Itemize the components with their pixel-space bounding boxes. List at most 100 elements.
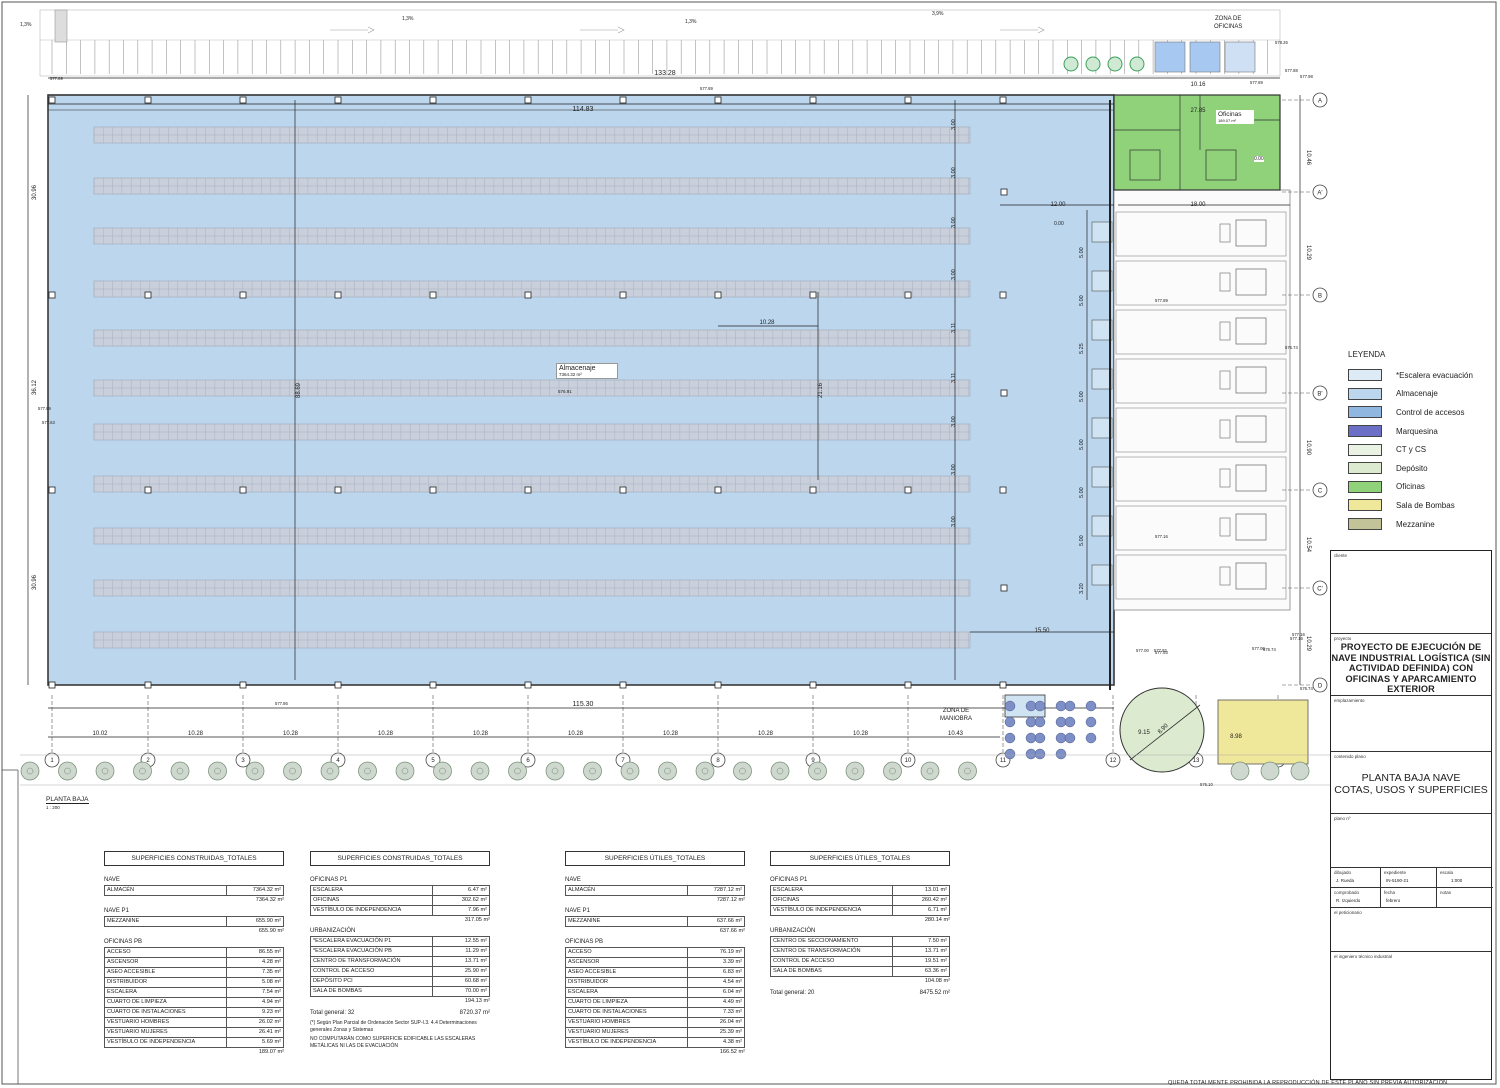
shrub-icon	[1034, 700, 1046, 712]
tree-icon	[845, 761, 865, 781]
legend-label: Marquesina	[1396, 426, 1438, 436]
table-cell-name: DISTRIBUIDOR	[565, 977, 688, 988]
tree-icon	[170, 761, 190, 781]
table-group: ESCALERA 6.47 m² OFICINAS 302.62 m² VESTÍBUL…	[310, 885, 490, 916]
elevation-tag: 577.88	[1285, 68, 1298, 73]
pillar	[334, 291, 342, 299]
plan-content-label: contenido plano	[1334, 754, 1366, 759]
table-cell-name: VESTUARIO HOMBRES	[565, 1017, 688, 1028]
tree-icon	[320, 761, 340, 781]
rack-height-dimension: 3.00	[951, 516, 957, 527]
table-cell-value: 7.35 m²	[226, 967, 284, 978]
pillar	[809, 291, 817, 299]
shrub-icon	[1025, 700, 1037, 712]
table-cell-value: 25.39 m²	[687, 1027, 745, 1038]
table-row: OFICINAS 260.42 m²	[770, 895, 950, 906]
date-value: febrero	[1386, 898, 1401, 903]
shrub-icon	[1034, 732, 1046, 744]
pillar	[334, 681, 342, 689]
legend-swatch	[1348, 518, 1382, 531]
table-total-value: 8720.37 m²	[459, 1010, 490, 1016]
tree-icon	[245, 761, 265, 781]
table-cell-name: *ESCALERA EVACUACIÓN P1	[310, 936, 433, 947]
shrub-icon	[1085, 716, 1097, 728]
tree-icon	[958, 761, 977, 781]
bay-dimension: 10.02	[92, 731, 108, 737]
elevation-tag: 577.89	[50, 76, 63, 81]
rack-height-dimension: 3.00	[951, 119, 957, 130]
tree-icon	[283, 761, 302, 781]
file-number: IN-5190-21	[1386, 878, 1409, 883]
drawn-label: dibujado	[1334, 870, 1352, 875]
table-cell-value: 4.49 m²	[687, 997, 745, 1008]
pillar	[239, 681, 247, 689]
dimension-label: 36.12	[32, 379, 38, 395]
elevation-dock: 0.00	[1054, 221, 1064, 227]
legend-swatch	[1348, 369, 1382, 382]
table-row: VESTUARIO HOMBRES 26.04 m²	[565, 1017, 745, 1028]
slope-label: 1,3%	[685, 19, 697, 25]
table-cell-name: ASEO ACCESIBLE	[104, 967, 227, 978]
table-group-name: OFICINAS P1	[770, 877, 808, 883]
legend-swatch	[1348, 480, 1382, 493]
table-cell-name: SALA DE BOMBAS	[310, 986, 433, 997]
tree-icon	[1260, 761, 1280, 781]
dock-dimension: 5.00	[1079, 247, 1085, 258]
elevation-tag: 577.63	[42, 420, 55, 425]
table-row: VESTUARIO HOMBRES 26.02 m²	[104, 1017, 284, 1028]
table-row: CUARTO DE INSTALACIONES 7.33 m²	[565, 1007, 745, 1018]
table-subtotal: 7287.12 m²	[716, 897, 745, 903]
pillar	[999, 486, 1007, 494]
drawn-by: J. Rueda	[1336, 878, 1355, 883]
grid-row-label: A'	[1317, 191, 1322, 197]
rack-height-dimension: 3.00	[951, 167, 957, 178]
bay-dimension: 10.43	[948, 731, 964, 737]
elevation-center: 576.91	[558, 389, 572, 394]
table-group: MEZZANINE 655.90 m²	[104, 916, 284, 927]
legend-swatch	[1348, 406, 1382, 419]
engineer-label: el ingeniero técnico industrial	[1334, 954, 1393, 959]
table-cell-value: 25.90 m²	[432, 966, 490, 977]
table-cell-name: DISTRIBUIDOR	[104, 977, 227, 988]
legend-item: Oficinas	[1348, 478, 1488, 497]
notes-label: notas	[1440, 890, 1452, 895]
elevation-tag: 576.74	[1285, 345, 1298, 350]
bay-dimension: 10.28	[758, 731, 774, 737]
table-title: SUPERFICIES CONSTRUIDAS_TOTALES	[104, 851, 284, 866]
table-row: ESCALERA 6.47 m²	[310, 885, 490, 896]
legend-label: Mezzanine	[1396, 519, 1435, 529]
table-cell-value: 86.55 m²	[226, 947, 284, 958]
dimension-label: 10.16	[1190, 82, 1206, 88]
table-total: Total general: 20 8475.52 m²	[770, 989, 950, 998]
dimension-label: 21.16	[818, 382, 824, 398]
date-label: fecha	[1384, 890, 1396, 895]
table-cell-name: MEZZANINE	[565, 916, 688, 927]
table-subtotal: 7364.32 m²	[255, 897, 284, 903]
pillar	[429, 96, 437, 104]
tree-icon	[658, 761, 677, 781]
table-cell-value: 5.08 m²	[226, 977, 284, 988]
tree-icon	[545, 761, 565, 781]
plan-number-label: plano nº	[1334, 816, 1351, 821]
dock-dimension: 5.00	[1079, 535, 1085, 546]
table-row: VESTUARIO MUJERES 25.39 m²	[565, 1027, 745, 1038]
rack-height-dimension: 3.00	[951, 464, 957, 475]
table-cell-value: 302.62 m²	[432, 895, 490, 906]
slope-label: 3,9%	[932, 11, 944, 17]
table-cell-value: 11.29 m²	[432, 946, 490, 957]
table-subtotal: 655.90 m²	[258, 928, 284, 934]
table-cell-name: ESCALERA	[104, 987, 227, 998]
table-cell-name: ACCESO	[565, 947, 688, 958]
table-group-name: OFICINAS P1	[310, 877, 348, 883]
grid-column-label: 12	[1110, 758, 1117, 764]
table-cell-name: VESTUARIO MUJERES	[565, 1027, 688, 1038]
tree-icon	[1230, 761, 1250, 781]
table-row: DISTRIBUIDOR 5.08 m²	[104, 977, 284, 988]
table-total-label: Total general: 32	[310, 1010, 355, 1016]
table-row: SALA DE BOMBAS 63.36 m²	[770, 966, 950, 977]
dimension-label: 10.54	[1305, 537, 1311, 553]
tree-icon	[433, 761, 452, 781]
view-scale: 1 : 200	[46, 805, 60, 810]
pillar	[429, 681, 437, 689]
tree-icon	[133, 761, 152, 781]
